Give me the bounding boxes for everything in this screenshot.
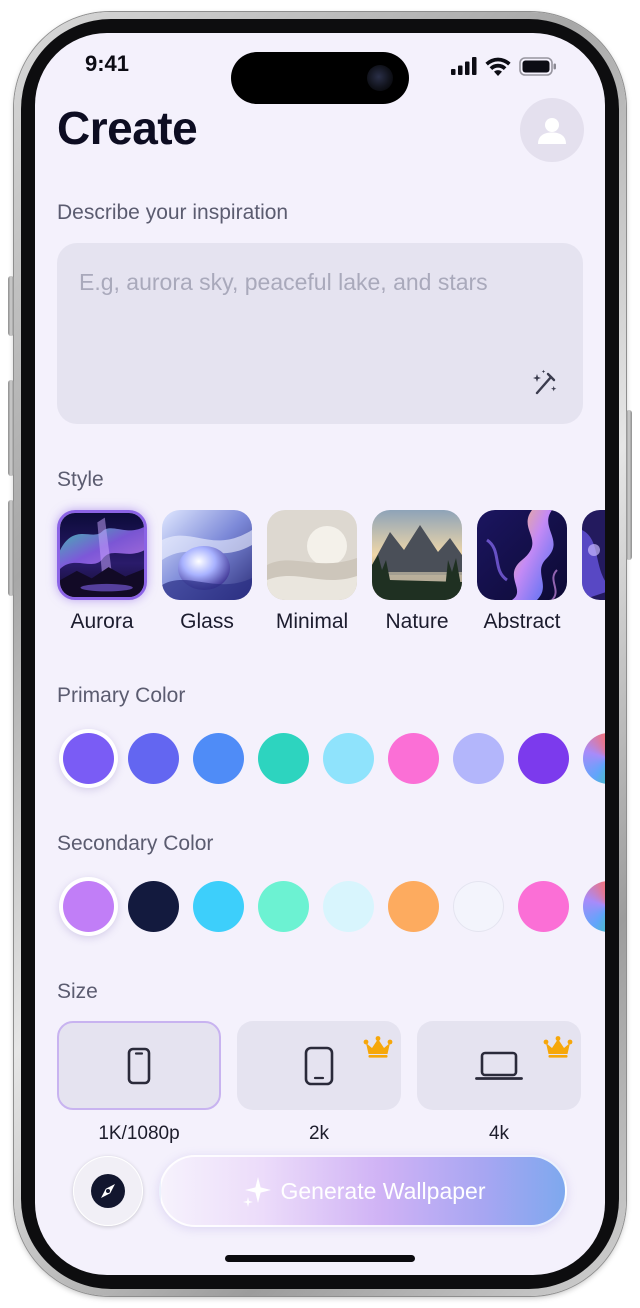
style-option-glass[interactable]: Glass [162,510,252,634]
wifi-icon [485,57,511,76]
primary-swatch[interactable] [323,733,374,784]
primary-swatch[interactable] [193,733,244,784]
crown-icon [543,1036,573,1058]
secondary-color-section-label: Secondary Color [57,832,214,855]
sparkles-icon [242,1177,271,1207]
page-title: Create [57,102,198,154]
size-section-label: Size [57,980,98,1003]
secondary-swatch[interactable] [518,881,569,932]
primary-swatch[interactable] [453,733,504,784]
status-time: 9:41 [85,51,130,76]
compass-icon [91,1174,125,1208]
cellular-signal-icon [451,57,477,75]
power-button [626,410,632,560]
status-icons [451,55,557,77]
size-option-1k[interactable] [57,1021,221,1110]
action-button [8,276,14,336]
prompt-input[interactable] [79,269,559,296]
primary-swatch[interactable] [258,733,309,784]
abstract-thumbnail [477,510,567,600]
primary-color-swatches[interactable] [63,733,605,784]
primary-swatch-multicolor[interactable] [583,733,605,784]
prompt-section-label: Describe your inspiration [57,201,289,224]
style-option-nature[interactable]: Nature [372,510,462,634]
style-option-aurora[interactable]: Aurora [57,510,147,634]
camera-icon [367,65,393,91]
user-icon [538,118,566,144]
minimal-thumbnail [267,510,357,600]
explore-button[interactable] [73,1156,143,1226]
size-label-4k: 4k [488,1123,510,1144]
style-name: Abstract [483,610,561,633]
home-indicator[interactable] [225,1255,415,1262]
secondary-swatch-multicolor[interactable] [583,881,605,932]
style-name: Aurora [70,610,134,633]
secondary-swatch[interactable] [128,881,179,932]
secondary-swatch[interactable] [453,881,504,932]
primary-swatch[interactable] [388,733,439,784]
laptop-icon [475,1051,523,1080]
style-name: Glass [180,610,234,633]
style-option-minimal[interactable]: Minimal [267,510,357,634]
size-option-2k[interactable] [237,1021,401,1110]
glass-thumbnail [162,510,252,600]
style-section-label: Style [57,468,104,491]
nature-thumbnail [372,510,462,600]
prompt-field-container[interactable] [57,243,583,424]
primary-swatch[interactable] [518,733,569,784]
size-label-1k: 1K/1080p [98,1123,180,1144]
profile-avatar-button[interactable] [520,98,584,162]
secondary-swatch[interactable] [388,881,439,932]
secondary-color-swatches[interactable] [63,881,605,932]
magic-wand-icon[interactable] [529,368,559,398]
size-option-4k[interactable] [417,1021,581,1110]
primary-color-section-label: Primary Color [57,684,186,707]
style-option-abstract[interactable]: Abstract [477,510,567,634]
size-label-2k: 2k [308,1123,330,1144]
app-screen: 9:41 Create Describe your inspiration E.… [35,33,605,1275]
style-option-partial[interactable]: S [582,510,605,634]
secondary-swatch[interactable] [323,881,374,932]
style-carousel[interactable]: Aurora Glass Minimal Nature Abstract [57,510,605,634]
primary-swatch[interactable] [63,733,114,784]
secondary-swatch[interactable] [63,881,114,932]
secondary-swatch[interactable] [193,881,244,932]
crown-icon [363,1036,393,1058]
style-name: Minimal [275,610,349,633]
volume-down-button [8,500,14,596]
phone-icon [127,1047,151,1084]
primary-swatch[interactable] [128,733,179,784]
battery-icon [519,56,556,76]
partial-thumbnail [582,510,605,600]
style-name: Nature [385,610,449,633]
dynamic-island [231,52,409,104]
volume-up-button [8,380,14,476]
generate-wallpaper-button[interactable]: Generate Wallpaper [159,1155,567,1227]
size-options[interactable] [57,1021,581,1110]
aurora-thumbnail [57,510,147,600]
tablet-icon [304,1046,334,1085]
secondary-swatch[interactable] [258,881,309,932]
generate-button-label: Generate Wallpaper [280,1177,486,1204]
